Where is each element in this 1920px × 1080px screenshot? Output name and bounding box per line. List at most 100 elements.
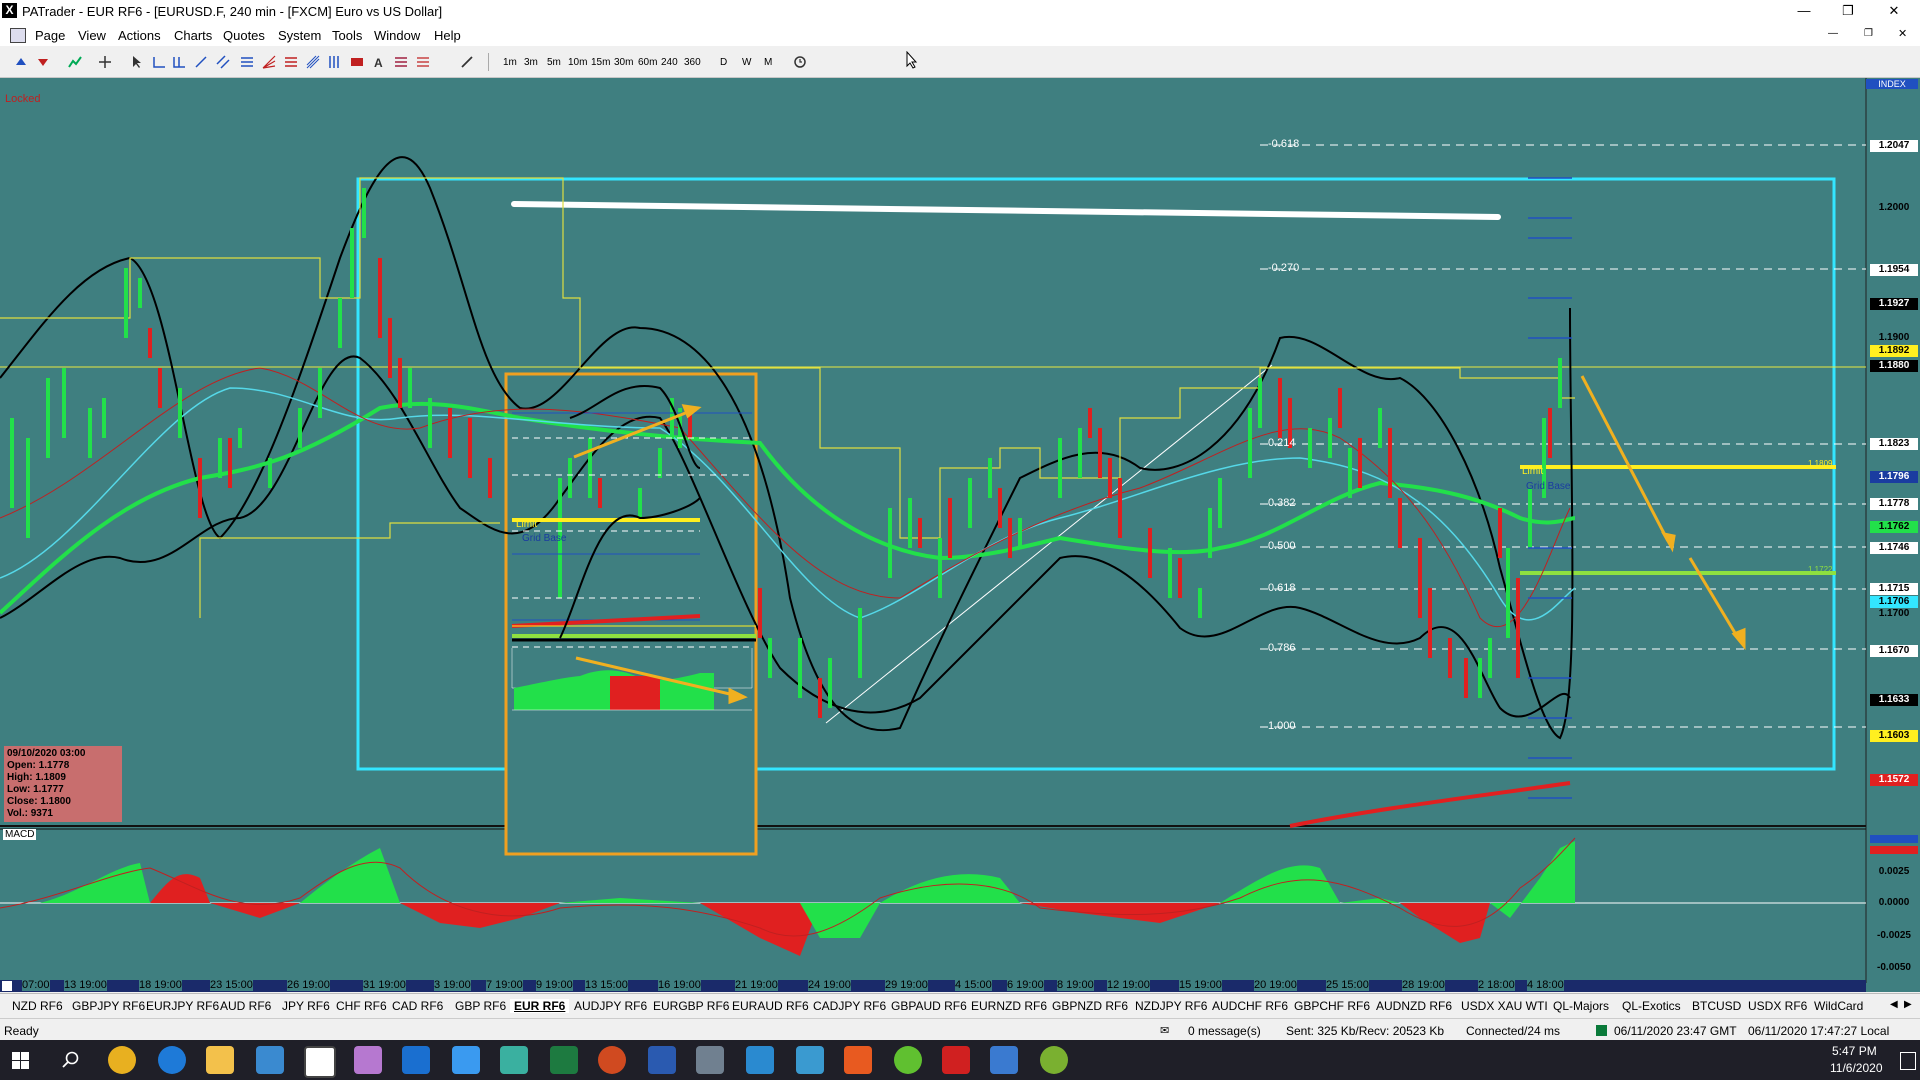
menu-quotes[interactable]: Quotes xyxy=(223,28,265,43)
tf-d[interactable]: D xyxy=(720,57,727,68)
tab-gbp-rf6[interactable]: GBP RF6 xyxy=(455,999,506,1013)
menu-tools[interactable]: Tools xyxy=(332,28,362,43)
page-icon[interactable] xyxy=(10,28,26,43)
app-icon-20[interactable] xyxy=(990,1046,1018,1074)
outlook-icon[interactable] xyxy=(402,1046,430,1074)
taskbar-date[interactable]: 11/6/2020 xyxy=(1830,1061,1883,1075)
tf-5m[interactable]: 5m xyxy=(547,57,561,68)
menu-system[interactable]: System xyxy=(278,28,321,43)
horizontal-line-icon[interactable] xyxy=(152,55,166,69)
tf-360[interactable]: 360 xyxy=(684,57,701,68)
chart-canvas[interactable] xyxy=(0,78,1920,992)
search-icon[interactable] xyxy=(62,1051,80,1069)
app-icon-5[interactable] xyxy=(256,1046,284,1074)
app-icon-10[interactable] xyxy=(500,1046,528,1074)
excel-icon[interactable] xyxy=(550,1046,578,1074)
fib-arcs-icon[interactable] xyxy=(284,55,298,69)
tab-gbpnzd-rf6[interactable]: GBPNZD RF6 xyxy=(1052,999,1128,1013)
fibonacci-icon[interactable] xyxy=(240,55,254,69)
tf-w[interactable]: W xyxy=(742,57,751,68)
chart-area[interactable]: Locked INDEX -0.618 -0.270 0.214 0.382 0… xyxy=(0,78,1920,992)
tab-gbpchf-rf6[interactable]: GBPCHF RF6 xyxy=(1294,999,1370,1013)
buy-icon[interactable] xyxy=(14,55,28,69)
tab-aud-rf6[interactable]: AUD RF6 xyxy=(220,999,271,1013)
mdi-minimize-button[interactable]: — xyxy=(1828,28,1838,39)
chart-icon[interactable] xyxy=(68,55,82,69)
mdi-restore-button[interactable]: ❐ xyxy=(1864,28,1873,39)
tab-usdx-xau-wti[interactable]: USDX XAU WTI xyxy=(1461,999,1548,1013)
maximize-button[interactable]: ❐ xyxy=(1826,0,1870,22)
app-icon-7[interactable] xyxy=(354,1046,382,1074)
tab-audnzd-rf6[interactable]: AUDNZD RF6 xyxy=(1376,999,1452,1013)
menu-view[interactable]: View xyxy=(78,28,106,43)
tab-eur-rf6[interactable]: EUR RF6 xyxy=(510,999,570,1013)
tab-eurnzd-rf6[interactable]: EURNZD RF6 xyxy=(971,999,1047,1013)
crosshair-icon[interactable] xyxy=(98,55,112,69)
notification-icon[interactable] xyxy=(1900,1052,1916,1070)
tab-gbpjpy-rf6[interactable]: GBPJPY RF6 xyxy=(72,999,145,1013)
tf-3m[interactable]: 3m xyxy=(524,57,538,68)
tf-240[interactable]: 240 xyxy=(661,57,678,68)
status-messages[interactable]: 0 message(s) xyxy=(1188,1024,1261,1038)
chrome-icon[interactable] xyxy=(108,1046,136,1074)
fib-fan-icon[interactable] xyxy=(262,55,276,69)
draw-icon[interactable] xyxy=(460,55,474,69)
menu-page[interactable]: Page xyxy=(35,28,65,43)
tab-usdx-rf6[interactable]: USDX RF6 xyxy=(1748,999,1807,1013)
menu-window[interactable]: Window xyxy=(374,28,420,43)
tab-btcusd[interactable]: BTCUSD xyxy=(1692,999,1741,1013)
sell-icon[interactable] xyxy=(36,55,50,69)
tf-15m[interactable]: 15m xyxy=(591,57,610,68)
windows-start-icon[interactable] xyxy=(12,1052,29,1069)
tab-gbpaud-rf6[interactable]: GBPAUD RF6 xyxy=(891,999,967,1013)
mdi-close-button[interactable]: ✕ xyxy=(1898,27,1907,40)
word-icon[interactable] xyxy=(648,1046,676,1074)
grid-icon[interactable] xyxy=(416,55,430,69)
app-icon-17[interactable] xyxy=(844,1046,872,1074)
tf-30m[interactable]: 30m xyxy=(614,57,633,68)
text-icon[interactable]: A xyxy=(372,55,386,69)
tf-60m[interactable]: 60m xyxy=(638,57,657,68)
menu-help[interactable]: Help xyxy=(434,28,461,43)
tabs-scroll-left-icon[interactable]: ◀ xyxy=(1890,999,1898,1010)
edge-icon[interactable] xyxy=(158,1046,186,1074)
close-button[interactable]: ✕ xyxy=(1872,0,1916,22)
tab-eurjpy-rf6[interactable]: EURJPY RF6 xyxy=(146,999,219,1013)
file-explorer-icon[interactable] xyxy=(206,1046,234,1074)
tf-10m[interactable]: 10m xyxy=(568,57,587,68)
levels-icon[interactable] xyxy=(394,55,408,69)
tab-cad-rf6[interactable]: CAD RF6 xyxy=(392,999,443,1013)
app-icon-16[interactable] xyxy=(796,1046,824,1074)
tab-nzdjpy-rf6[interactable]: NZDJPY RF6 xyxy=(1135,999,1207,1013)
tab-jpy-rf6[interactable]: JPY RF6 xyxy=(282,999,330,1013)
cycles-icon[interactable] xyxy=(328,55,342,69)
channel-icon[interactable] xyxy=(216,55,230,69)
tab-chf-rf6[interactable]: CHF RF6 xyxy=(336,999,387,1013)
rectangle-icon[interactable] xyxy=(350,55,364,69)
gann-icon[interactable] xyxy=(306,55,320,69)
tab-eurgbp-rf6[interactable]: EURGBP RF6 xyxy=(653,999,729,1013)
tab-euraud-rf6[interactable]: EURAUD RF6 xyxy=(732,999,809,1013)
menu-actions[interactable]: Actions xyxy=(118,28,161,43)
tabs-scroll-right-icon[interactable]: ▶ xyxy=(1904,999,1912,1010)
calculator-icon[interactable] xyxy=(452,1046,480,1074)
vertical-line-icon[interactable] xyxy=(172,55,186,69)
trendline-icon[interactable] xyxy=(194,55,208,69)
app-icon-18[interactable] xyxy=(894,1046,922,1074)
app-icon-14[interactable] xyxy=(696,1046,724,1074)
tab-ql-exotics[interactable]: QL-Exotics xyxy=(1622,999,1681,1013)
cursor-icon[interactable] xyxy=(130,55,144,69)
tab-nzd-rf6[interactable]: NZD RF6 xyxy=(12,999,63,1013)
mail-icon[interactable]: ✉ xyxy=(1160,1024,1169,1037)
powerpoint-icon[interactable] xyxy=(598,1046,626,1074)
tf-1m[interactable]: 1m xyxy=(503,57,517,68)
app-icon-15[interactable] xyxy=(746,1046,774,1074)
tab-audchf-rf6[interactable]: AUDCHF RF6 xyxy=(1212,999,1288,1013)
tab-wildcard[interactable]: WildCard xyxy=(1814,999,1863,1013)
tab-cadjpy-rf6[interactable]: CADJPY RF6 xyxy=(813,999,886,1013)
menu-charts[interactable]: Charts xyxy=(174,28,212,43)
app-icon-19[interactable] xyxy=(942,1046,970,1074)
taskbar-time[interactable]: 5:47 PM xyxy=(1832,1044,1877,1058)
tab-ql-majors[interactable]: QL-Majors xyxy=(1553,999,1609,1013)
patrader-taskbar-icon[interactable] xyxy=(304,1046,336,1078)
